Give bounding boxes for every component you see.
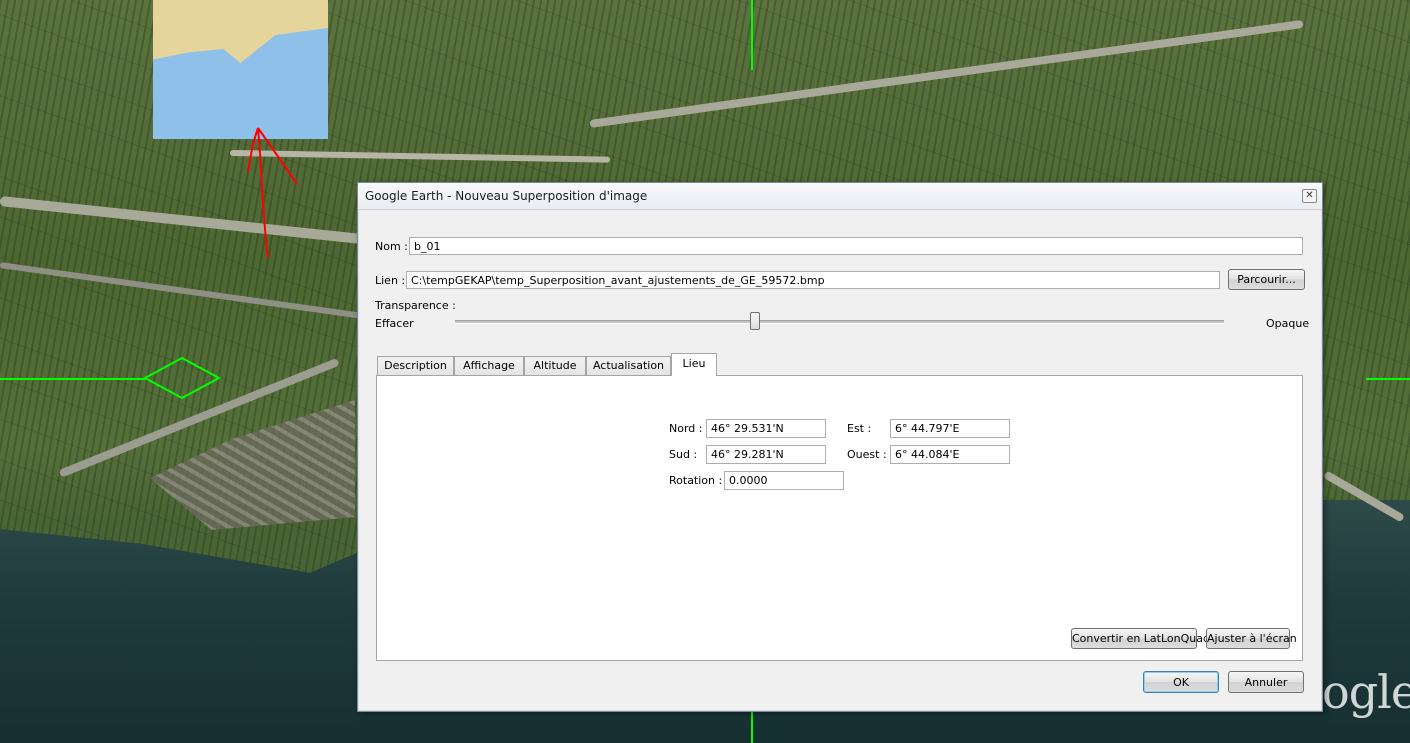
browse-button[interactable]: Parcourir...	[1228, 269, 1305, 290]
north-label: Nord :	[669, 422, 703, 435]
image-overlay-preview	[153, 0, 328, 139]
crosshair-line	[751, 710, 753, 743]
east-label: Est :	[847, 422, 872, 435]
rotation-label: Rotation :	[669, 474, 723, 487]
tab-description[interactable]: Description	[377, 356, 454, 375]
convert-latlonquad-button[interactable]: Convertir en LatLonQuad	[1071, 628, 1210, 649]
south-label: Sud :	[669, 448, 698, 461]
west-label: Ouest :	[847, 448, 887, 461]
tab-actualisation[interactable]: Actualisation	[586, 356, 671, 375]
transparency-max-label: Opaque	[1266, 317, 1310, 330]
overlay-diamond-handle[interactable]	[142, 355, 222, 401]
transparency-min-label: Effacer	[375, 317, 414, 330]
road	[0, 196, 369, 245]
location-tab-panel: Nord : Est : Sud : Ouest : Rotation : Co…	[376, 375, 1303, 661]
north-input[interactable]	[706, 419, 826, 438]
road	[589, 19, 1304, 128]
crosshair-line	[751, 0, 753, 70]
tab-lieu[interactable]: Lieu	[671, 353, 717, 376]
google-watermark: ogle	[1322, 665, 1410, 719]
road	[229, 150, 610, 163]
close-button[interactable]: ✕	[1302, 189, 1317, 203]
dialog-title: Google Earth - Nouveau Superposition d'i…	[365, 189, 648, 203]
dialog-titlebar[interactable]: Google Earth - Nouveau Superposition d'i…	[358, 183, 1322, 210]
ok-button[interactable]: OK	[1143, 671, 1219, 693]
cancel-button[interactable]: Annuler	[1228, 671, 1304, 693]
transparency-label: Transparence :	[375, 299, 456, 312]
south-input[interactable]	[706, 445, 826, 464]
image-overlay-dialog: Google Earth - Nouveau Superposition d'i…	[357, 182, 1323, 712]
west-input[interactable]	[890, 445, 1010, 464]
crosshair-line	[0, 378, 145, 380]
transparency-slider-thumb[interactable]	[750, 312, 760, 330]
link-input[interactable]	[406, 271, 1220, 289]
overlay-land	[153, 0, 328, 63]
crosshair-line	[1366, 378, 1410, 380]
tab-affichage[interactable]: Affichage	[454, 356, 524, 375]
fit-to-screen-button[interactable]: Ajuster à l'écran	[1206, 628, 1297, 649]
name-input[interactable]	[409, 237, 1303, 255]
tab-altitude[interactable]: Altitude	[524, 356, 586, 375]
link-label: Lien :	[375, 274, 406, 287]
east-input[interactable]	[890, 419, 1010, 438]
rotation-input[interactable]	[724, 471, 844, 490]
railway	[0, 262, 367, 320]
name-label: Nom :	[375, 240, 408, 253]
transparency-slider[interactable]	[455, 320, 1224, 324]
